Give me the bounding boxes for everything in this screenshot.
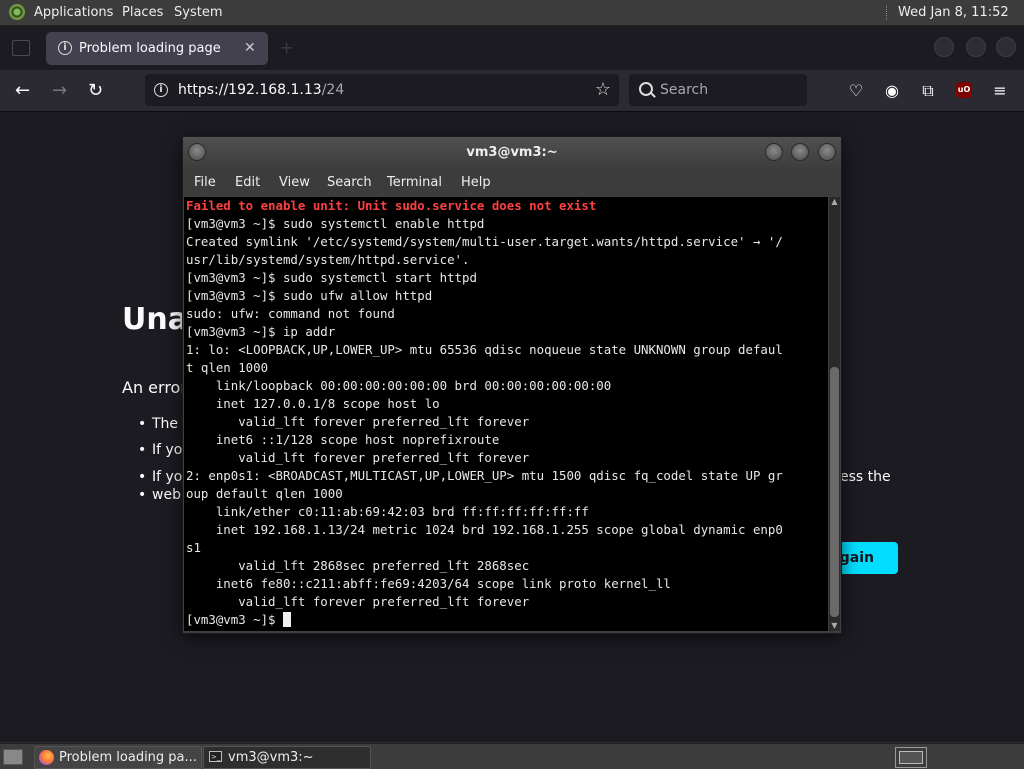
tab-list-icon[interactable] bbox=[12, 40, 30, 56]
terminal-prompt-line[interactable]: [vm3@vm3 ~]$ bbox=[186, 611, 828, 629]
menu-view[interactable]: View bbox=[279, 170, 310, 196]
terminal-error-line: Failed to enable unit: Unit sudo.service… bbox=[186, 198, 597, 213]
terminal-line: s1 bbox=[186, 540, 201, 555]
error-title: Una bbox=[122, 302, 188, 337]
forward-arrow-icon[interactable]: → bbox=[52, 70, 67, 111]
search-placeholder: Search bbox=[660, 82, 709, 98]
taskbar-terminal-label: vm3@vm3:~ bbox=[228, 750, 314, 765]
terminal-line: valid_lft forever preferred_lft forever bbox=[186, 414, 530, 429]
firefox-icon bbox=[39, 750, 54, 765]
terminal-title: vm3@vm3:~ bbox=[466, 145, 558, 160]
show-desktop-icon[interactable] bbox=[3, 749, 23, 765]
account-icon[interactable]: ◉ bbox=[880, 70, 904, 111]
back-arrow-icon[interactable]: ← bbox=[15, 70, 30, 111]
top-panel: Applications Places System Wed Jan 8, 11… bbox=[0, 0, 1024, 45]
tab-title: Problem loading page bbox=[79, 41, 221, 56]
terminal-prompt: [vm3@vm3 ~]$ bbox=[186, 612, 283, 627]
panel-separator bbox=[886, 5, 889, 20]
maximize-button[interactable] bbox=[966, 37, 986, 57]
menu-edit[interactable]: Edit bbox=[235, 170, 260, 196]
tab-problem-loading[interactable]: i Problem loading page ✕ bbox=[46, 32, 268, 65]
error-bullet: The bbox=[138, 416, 178, 432]
menu-terminal[interactable]: Terminal bbox=[387, 170, 442, 196]
close-window-button[interactable] bbox=[996, 37, 1016, 57]
tab-close-icon[interactable]: ✕ bbox=[244, 32, 256, 64]
terminal-line: Created symlink '/etc/systemd/system/mul… bbox=[186, 234, 783, 249]
clock[interactable]: Wed Jan 8, 11:52 PM bbox=[898, 0, 1024, 45]
places-menu[interactable]: Places bbox=[122, 0, 163, 25]
terminal-lines: [vm3@vm3 ~]$ sudo systemctl enable httpd… bbox=[186, 215, 828, 611]
close-button[interactable] bbox=[818, 143, 836, 161]
error-bullet-continuation: web bbox=[138, 487, 181, 503]
scrollbar-thumb[interactable] bbox=[830, 367, 839, 617]
applications-menu[interactable]: Applications bbox=[34, 0, 113, 25]
menu-file[interactable]: File bbox=[194, 170, 216, 196]
terminal-line: valid_lft forever preferred_lft forever bbox=[186, 594, 530, 609]
system-menu[interactable]: System bbox=[174, 0, 222, 25]
terminal-output[interactable]: Failed to enable unit: Unit sudo.service… bbox=[184, 197, 828, 631]
menu-search[interactable]: Search bbox=[327, 170, 372, 196]
hamburger-menu-icon[interactable]: ≡ bbox=[988, 70, 1012, 111]
workspace-1[interactable] bbox=[899, 751, 923, 764]
url-host: https://192.168.1.13 bbox=[178, 82, 322, 98]
ublock-origin-icon[interactable]: uO bbox=[956, 82, 972, 98]
terminal-line: [vm3@vm3 ~]$ ip addr bbox=[186, 324, 336, 339]
search-icon bbox=[639, 82, 653, 96]
new-tab-icon[interactable]: + bbox=[280, 38, 293, 57]
maximize-button[interactable] bbox=[791, 143, 809, 161]
terminal-line: [vm3@vm3 ~]$ sudo systemctl enable httpd bbox=[186, 216, 485, 231]
pocket-icon[interactable]: ♡ bbox=[844, 70, 868, 111]
terminal-line: inet6 fe80::c211:abff:fe69:4203/64 scope… bbox=[186, 576, 671, 591]
terminal-line: link/ether c0:11:ab:69:42:03 brd ff:ff:f… bbox=[186, 504, 589, 519]
terminal-line: link/loopback 00:00:00:00:00:00 brd 00:0… bbox=[186, 378, 612, 393]
minimize-button[interactable] bbox=[765, 143, 783, 161]
terminal-line: [vm3@vm3 ~]$ sudo systemctl start httpd bbox=[186, 270, 477, 285]
terminal-titlebar[interactable]: vm3@vm3:~ bbox=[183, 137, 841, 169]
text-cursor bbox=[282, 612, 291, 627]
terminal-line: inet 127.0.0.1/8 scope host lo bbox=[186, 396, 440, 411]
taskbar-firefox-label: Problem loading pa... bbox=[59, 750, 197, 765]
terminal-line: usr/lib/systemd/system/httpd.service'. bbox=[186, 252, 470, 267]
taskbar-firefox[interactable]: Problem loading pa... bbox=[34, 746, 202, 769]
error-text-fragment: ess the bbox=[840, 469, 891, 485]
minimize-button[interactable] bbox=[934, 37, 954, 57]
error-intro: An error bbox=[122, 378, 187, 397]
reload-icon[interactable]: ↻ bbox=[88, 70, 103, 111]
terminal-line: [vm3@vm3 ~]$ sudo ufw allow httpd bbox=[186, 288, 433, 303]
scroll-down-icon[interactable]: ▼ bbox=[829, 621, 840, 631]
extensions-icon[interactable]: ⧉ bbox=[916, 70, 940, 111]
search-bar[interactable]: Search bbox=[629, 74, 807, 106]
terminal-line: t qlen 1000 bbox=[186, 360, 269, 375]
bookmark-star-icon[interactable]: ☆ bbox=[595, 74, 611, 106]
terminal-window[interactable]: vm3@vm3:~ File Edit View Search Terminal… bbox=[182, 136, 842, 634]
url-path: /24 bbox=[321, 82, 345, 98]
terminal-line: sudo: ufw: command not found bbox=[186, 306, 395, 321]
bottom-panel: Problem loading pa... >_ vm3@vm3:~ bbox=[0, 743, 1024, 769]
terminal-line: valid_lft 2868sec preferred_lft 2868sec bbox=[186, 558, 530, 573]
taskbar-terminal[interactable]: >_ vm3@vm3:~ bbox=[203, 746, 371, 769]
url-bar[interactable]: i https://192.168.1.13/24 ☆ bbox=[145, 74, 619, 106]
workspace-switcher[interactable] bbox=[895, 747, 927, 768]
info-icon: i bbox=[58, 41, 72, 55]
terminal-line: inet6 ::1/128 scope host noprefixroute bbox=[186, 432, 500, 447]
terminal-line: 1: lo: <LOOPBACK,UP,LOWER_UP> mtu 65536 … bbox=[186, 342, 783, 357]
terminal-line: 2: enp0s1: <BROADCAST,MULTICAST,UP,LOWER… bbox=[186, 468, 783, 483]
distro-logo-icon[interactable] bbox=[9, 4, 25, 20]
terminal-line: valid_lft forever preferred_lft forever bbox=[186, 450, 530, 465]
terminal-icon: >_ bbox=[209, 751, 222, 762]
scroll-up-icon[interactable]: ▲ bbox=[829, 197, 840, 207]
terminal-line: oup default qlen 1000 bbox=[186, 486, 343, 501]
site-info-icon[interactable]: i bbox=[154, 83, 168, 97]
url-text[interactable]: https://192.168.1.13/24 bbox=[178, 74, 344, 106]
terminal-line: inet 192.168.1.13/24 metric 1024 brd 192… bbox=[186, 522, 783, 537]
terminal-menubar: File Edit View Search Terminal Help bbox=[183, 170, 841, 196]
terminal-scrollbar[interactable]: ▲ ▼ bbox=[829, 197, 840, 631]
menu-help[interactable]: Help bbox=[461, 170, 491, 196]
